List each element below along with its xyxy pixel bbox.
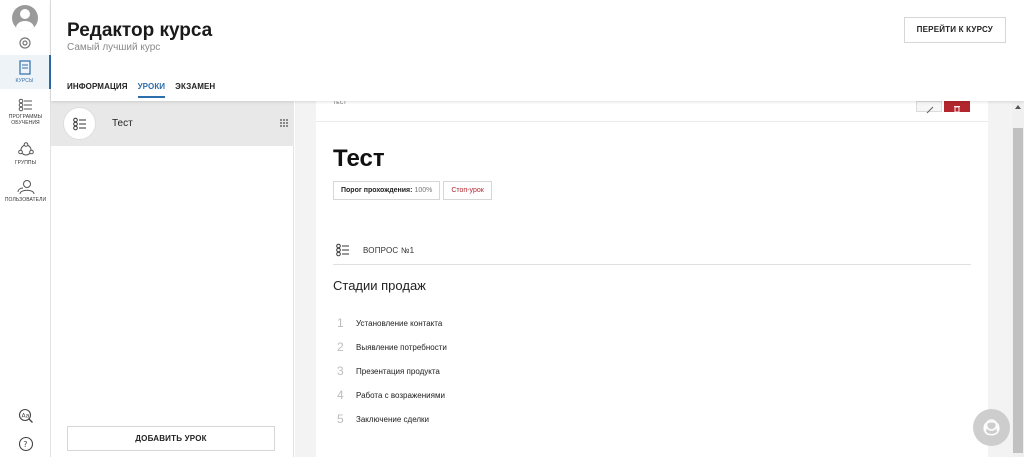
translate-icon: Aa: [18, 408, 33, 423]
answer-text: Заключение сделки: [356, 414, 430, 424]
groups-icon: [17, 142, 34, 156]
sidebar-item-label: ГРУППЫ: [14, 160, 37, 166]
add-lesson-button[interactable]: ДОБАВИТЬ УРОК: [67, 426, 275, 451]
lesson-list-item[interactable]: Тест: [51, 101, 294, 146]
sidebar-item-label: ПРОГРАММЫ ОБУЧЕНИЯ: [8, 114, 43, 126]
drag-handle-icon[interactable]: [280, 119, 288, 127]
users-icon: [17, 180, 34, 195]
sidebar-item-label: КУРСЫ: [15, 78, 34, 84]
list-item: 1 Установление контакта: [337, 311, 447, 335]
page-subtitle: Самый лучший курс: [67, 42, 161, 53]
programs-icon: [18, 98, 32, 112]
lesson-title: Тест: [333, 145, 385, 172]
list-item: 5 Заключение сделки: [337, 407, 447, 431]
threshold-value: 100%: [414, 187, 433, 194]
pencil-icon: [926, 106, 934, 114]
stop-lesson-badge: Стоп-урок: [443, 181, 492, 200]
page-title: Редактор курса: [67, 20, 213, 41]
threshold-badge: Порог прохождения: 100%: [333, 181, 441, 200]
answer-text: Презентация продукта: [356, 366, 440, 376]
courses-icon: [18, 60, 31, 75]
sidebar-item-courses[interactable]: КУРСЫ: [0, 55, 51, 89]
tab-bar: ИНФОРМАЦИЯ УРОКИ ЭКЗАМЕН: [67, 82, 225, 98]
sidebar-item-programs[interactable]: ПРОГРАММЫ ОБУЧЕНИЯ: [0, 98, 51, 130]
answer-text: Выявление потребности: [356, 342, 447, 352]
answer-number: 3: [337, 364, 344, 378]
sidebar-item-groups[interactable]: ГРУППЫ: [0, 142, 51, 170]
list-item: 4 Работа с возражениями: [337, 383, 447, 407]
lesson-card: ТЕСТ Тест Порог прохождения: 100% Стоп-у…: [316, 100, 988, 457]
answer-text: Установление контакта: [356, 318, 443, 328]
tab-exam[interactable]: ЭКЗАМЕН: [175, 82, 215, 98]
question-text: Стадии продаж: [333, 278, 426, 293]
scroll-thumb[interactable]: [1013, 128, 1023, 453]
language-button[interactable]: Aa: [0, 408, 51, 429]
list-item: 3 Презентация продукта: [337, 359, 447, 383]
question-label: ВОПРОС №1: [363, 246, 415, 255]
sidebar-item-label: ПОЛЬЗОВАТЕЛИ: [4, 197, 47, 203]
scroll-up-arrow[interactable]: [1015, 105, 1021, 109]
help-icon: ?: [18, 436, 33, 452]
tab-info[interactable]: ИНФОРМАЦИЯ: [67, 82, 128, 98]
left-rail: КУРСЫ ПРОГРАММЫ ОБУЧЕНИЯ ГРУППЫ ПОЛЬЗОВА…: [0, 0, 51, 457]
answer-number: 1: [337, 316, 344, 330]
headset-icon: [983, 419, 1000, 436]
avatar[interactable]: [12, 5, 38, 31]
lesson-list: Тест ДОБАВИТЬ УРОК: [51, 101, 294, 457]
question-header[interactable]: ВОПРОС №1: [333, 241, 971, 265]
lesson-name: Тест: [112, 118, 133, 129]
lesson-badges: Порог прохождения: 100% Стоп-урок: [333, 181, 495, 200]
sidebar-item-users[interactable]: ПОЛЬЗОВАТЕЛИ: [0, 179, 51, 207]
lesson-icon-circle: [63, 107, 96, 140]
goto-course-button[interactable]: ПЕРЕЙТИ К КУРСУ: [903, 17, 1006, 43]
tab-lessons[interactable]: УРОКИ: [137, 82, 166, 98]
delete-button[interactable]: [944, 101, 970, 113]
trash-icon: [954, 106, 960, 113]
gear-icon[interactable]: [17, 35, 33, 51]
svg-text:Aa: Aa: [21, 413, 29, 420]
answer-number: 5: [337, 412, 344, 426]
answer-number: 4: [337, 388, 344, 402]
answer-text: Работа с возражениями: [356, 390, 445, 400]
answer-number: 2: [337, 340, 344, 354]
scrollbar[interactable]: [1012, 101, 1024, 457]
list-item: 2 Выявление потребности: [337, 335, 447, 359]
support-chat-button[interactable]: [973, 409, 1010, 446]
lesson-editor-panel: ТЕСТ Тест Порог прохождения: 100% Стоп-у…: [295, 100, 1012, 457]
lesson-card-header: ТЕСТ: [316, 100, 988, 122]
threshold-label: Порог прохождения:: [341, 187, 413, 194]
answer-list: 1 Установление контакта 2 Выявление потр…: [337, 311, 447, 431]
edit-button[interactable]: [916, 101, 942, 114]
checklist-icon: [336, 243, 349, 257]
svg-text:?: ?: [23, 440, 27, 449]
page-header: Редактор курса Самый лучший курс ПЕРЕЙТИ…: [51, 0, 1024, 101]
help-button[interactable]: ?: [0, 436, 51, 457]
checklist-icon: [73, 117, 86, 131]
